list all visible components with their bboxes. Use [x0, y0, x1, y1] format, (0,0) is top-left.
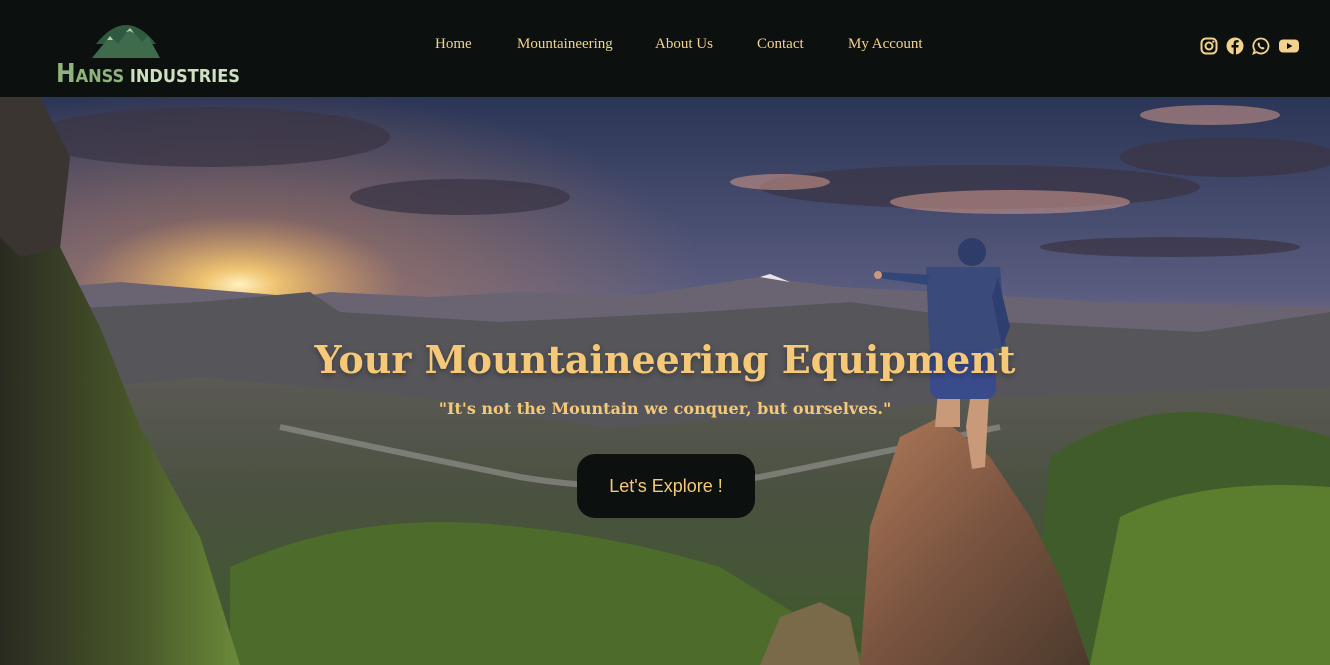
nav-mountaineering[interactable]: Mountaineering: [517, 36, 613, 53]
instagram-icon[interactable]: [1200, 37, 1218, 59]
facebook-icon[interactable]: [1226, 37, 1244, 59]
youtube-icon[interactable]: [1278, 37, 1300, 59]
brand-name-part: ANSS: [75, 66, 125, 87]
whatsapp-icon[interactable]: [1252, 37, 1270, 59]
lets-explore-button[interactable]: Let's Explore !: [577, 454, 755, 518]
brand-name: HANSS INDUSTRIES: [56, 59, 240, 89]
brand-name-suffix: INDUSTRIES: [129, 66, 240, 87]
nav-about-us[interactable]: About Us: [655, 36, 713, 53]
hero-quote: "It's not the Mountain we conquer, but o…: [438, 399, 892, 418]
nav-my-account[interactable]: My Account: [848, 36, 923, 53]
brand-initial: H: [56, 59, 76, 89]
site-header: HANSS INDUSTRIES Home Mountaineering Abo…: [0, 0, 1330, 97]
nav-contact[interactable]: Contact: [757, 36, 804, 53]
hero-section: Your Mountaineering Equipment "It's not …: [0, 97, 1330, 665]
main-nav: Home Mountaineering About Us Contact My …: [0, 36, 1330, 56]
social-links: [1200, 37, 1300, 59]
hero-headline: Your Mountaineering Equipment: [314, 337, 1016, 383]
nav-home[interactable]: Home: [435, 36, 472, 53]
